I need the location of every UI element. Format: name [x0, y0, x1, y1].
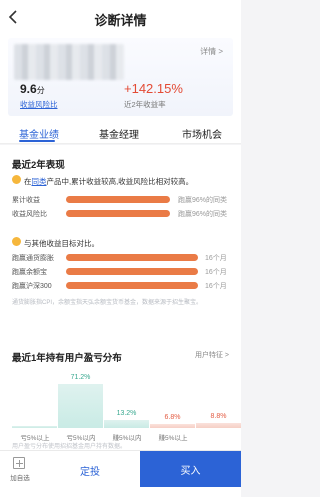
page-title: 诊断详情: [94, 13, 147, 28]
add-watchlist-label: 加自选: [10, 475, 30, 482]
gain-value: +142.15%: [124, 81, 183, 96]
tab-fund-manager[interactable]: 基金经理: [99, 126, 139, 141]
peer-link[interactable]: 同类: [32, 177, 47, 186]
distribution-category-label: 赚5%以上: [158, 435, 188, 442]
fund-card: 详情 > 9.6分 收益风险比 +142.15% 近2年收益率: [0, 36, 241, 120]
smile-icon: [12, 237, 21, 246]
distribution-bar: [150, 424, 195, 428]
score-value: 9.6分: [20, 82, 45, 96]
performance-statement-1: 在同类产品中,累计收益较高,收益风险比相对较高。: [24, 177, 194, 186]
distribution-bar: [58, 384, 103, 428]
buy-button[interactable]: 买入: [140, 451, 241, 487]
user-features-link[interactable]: 用户特征 >: [195, 350, 229, 360]
bar-yuebao: [66, 268, 198, 275]
row-value-yuebao: 16个月: [205, 269, 227, 276]
add-watchlist-button[interactable]: 加自选: [0, 451, 40, 497]
distribution-note: 用户盈亏分布使用招招基金用户持有数据。: [12, 444, 127, 450]
fund-name-blurred: [14, 44, 124, 80]
row-label-cumulative: 累计收益: [12, 197, 40, 204]
performance-title: 最近2年表现: [12, 160, 65, 171]
bar-risk-ratio: [66, 210, 170, 217]
tab-underline: [19, 140, 55, 142]
distribution-pct-label: 71.2%: [70, 374, 91, 381]
row-label-risk-ratio: 收益风险比: [12, 211, 47, 218]
distribution-pct-label: 6.8%: [164, 414, 181, 421]
tab-bar: 基金业绩 基金经理 市场机会: [0, 120, 241, 144]
distribution-title: 最近1年持有用户盈亏分布: [12, 353, 122, 364]
bar-cumulative: [66, 196, 170, 203]
row-value-hs300: 16个月: [205, 283, 227, 290]
bar-inflation: [66, 254, 198, 261]
plus-icon: [13, 457, 25, 469]
detail-link[interactable]: 详情 >: [200, 46, 223, 57]
gain-label: 近2年收益率: [124, 100, 166, 109]
row-label-inflation: 跑赢通货膨胀: [12, 255, 54, 262]
row-value-cumulative: 跑赢96%的同类: [178, 197, 228, 204]
distribution-bar: [196, 423, 241, 428]
performance-statement-2: 与其他收益目标对比。: [24, 239, 99, 248]
row-label-hs300: 跑赢沪深300: [12, 283, 52, 290]
bar-hs300: [66, 282, 198, 289]
tab-market-opportunity[interactable]: 市场机会: [182, 126, 222, 141]
score-label[interactable]: 收益风险比: [20, 99, 58, 110]
tab-fund-performance[interactable]: 基金业绩: [19, 126, 59, 141]
row-value-risk-ratio: 跑赢96%的同类: [178, 211, 228, 218]
top-bar: 诊断详情: [0, 0, 241, 36]
row-value-inflation: 16个月: [205, 255, 227, 262]
fund-summary[interactable]: 详情 > 9.6分 收益风险比 +142.15% 近2年收益率: [8, 38, 233, 116]
distribution-pct-label: 8.8%: [210, 413, 227, 420]
row-label-yuebao: 跑赢余额宝: [12, 269, 47, 276]
performance-section: 最近2年表现 在同类产品中,累计收益较高,收益风险比相对较高。 累计收益 跑赢9…: [0, 145, 241, 340]
fixed-investment-button[interactable]: 定投: [40, 455, 140, 486]
distribution-bar: [104, 420, 149, 428]
smile-icon: [12, 175, 21, 184]
performance-note: 通货膨胀指CPI，余额宝指天弘余额宝货币基金，数据来源于招生聚宝。: [12, 300, 203, 306]
distribution-section: 最近1年持有用户盈亏分布 用户特征 > 亏5%以上 71.2% 亏5%以内 13.2%…: [0, 340, 241, 450]
distribution-pct-label: 13.2%: [116, 410, 137, 417]
distribution-bar: [12, 426, 57, 428]
bottom-bar: 加自选 定投 买入: [0, 450, 241, 497]
